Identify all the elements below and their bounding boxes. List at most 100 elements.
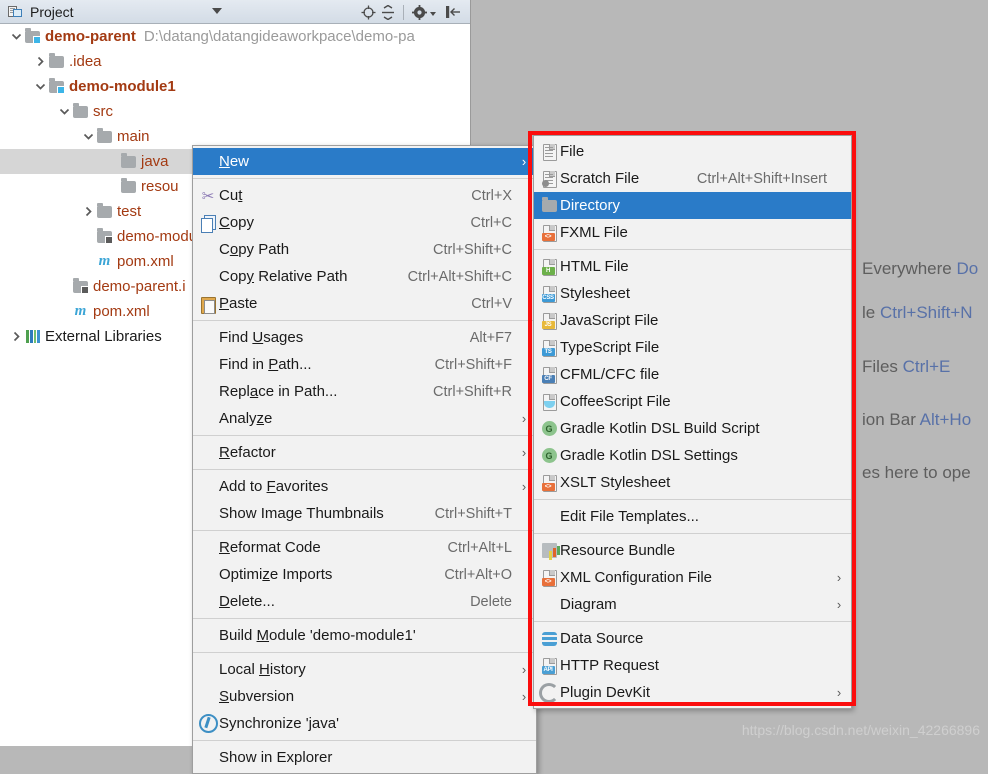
new-submenu[interactable]: File Scratch File Ctrl+Alt+Shift+Insert Dir…: [533, 135, 852, 709]
sync-icon: [197, 714, 219, 733]
tree-node-label: pom.xml: [93, 303, 150, 320]
new-item-xml-configuration-file[interactable]: <> XML Configuration File ›: [534, 564, 851, 591]
new-item-xslt-stylesheet[interactable]: <> XSLT Stylesheet: [534, 469, 851, 496]
new-item-directory[interactable]: Directory: [534, 192, 851, 219]
menu-item-shortcut: Ctrl+X: [471, 187, 512, 204]
cfml-file-icon: CF: [538, 366, 560, 384]
new-item-html-file[interactable]: H HTML File: [534, 253, 851, 280]
menu-item-copy-path[interactable]: Copy Path Ctrl+Shift+C: [193, 236, 536, 263]
maven-pom-icon: m: [74, 303, 87, 319]
new-item-javascript-file[interactable]: JS JavaScript File: [534, 307, 851, 334]
tree-expand-toggle-icon[interactable]: [56, 104, 72, 120]
new-item-typescript-file[interactable]: TS TypeScript File: [534, 334, 851, 361]
tree-node-label: pom.xml: [117, 253, 174, 270]
menu-item-label: FXML File: [560, 224, 628, 241]
menu-item-add-to-favorites[interactable]: Add to Favorites ›: [193, 473, 536, 500]
menu-item-label: Reformat Code: [219, 539, 321, 556]
tree-expand-toggle-icon[interactable]: [80, 129, 96, 145]
context-menu[interactable]: New › ✂ Cut Ctrl+X Copy Ctrl+C Copy Path Ctrl+Sh…: [192, 145, 537, 774]
menu-item-label: Paste: [219, 295, 258, 312]
module-folder-icon: [48, 77, 65, 95]
watermark-url: https://blog.csdn.net/weixin_42266896: [741, 722, 980, 738]
menu-item-paste[interactable]: Paste Ctrl+V: [193, 290, 536, 317]
new-item-gradle-kotlin-dsl-settings[interactable]: G Gradle Kotlin DSL Settings: [534, 442, 851, 469]
menu-item-replace-in-path[interactable]: Replace in Path... Ctrl+Shift+R: [193, 378, 536, 405]
menu-item-label: Replace in Path...: [219, 383, 338, 400]
menu-item-find-usages[interactable]: Find Usages Alt+F7: [193, 324, 536, 351]
menu-item-optimize-imports[interactable]: Optimize Imports Ctrl+Alt+O: [193, 561, 536, 588]
tree-node[interactable]: .idea: [0, 49, 470, 74]
menu-item-show-in-explorer[interactable]: Show in Explorer: [193, 744, 536, 771]
submenu-arrow-icon: ›: [521, 689, 527, 704]
new-item-scratch-file[interactable]: Scratch File Ctrl+Alt+Shift+Insert: [534, 165, 851, 192]
menu-item-shortcut: Ctrl+Alt+O: [444, 566, 512, 583]
tree-node[interactable]: src: [0, 99, 470, 124]
maven-pom-icon: m: [98, 253, 111, 269]
new-item-data-source[interactable]: Data Source: [534, 625, 851, 652]
scratch-file-icon: [538, 170, 560, 188]
editor-hint-shortcut: Alt+Ho: [919, 410, 972, 429]
menu-item-show-image-thumbnails[interactable]: Show Image Thumbnails Ctrl+Shift+T: [193, 500, 536, 527]
menu-item-subversion[interactable]: Subversion ›: [193, 683, 536, 710]
menu-item-copy[interactable]: Copy Ctrl+C: [193, 209, 536, 236]
menu-item-label: Resource Bundle: [560, 542, 676, 559]
new-item-diagram[interactable]: Diagram ›: [534, 591, 851, 618]
new-item-file[interactable]: File: [534, 138, 851, 165]
editor-hint-line: le Ctrl+Shift+N: [862, 303, 973, 323]
new-item-gradle-kotlin-dsl-build-script[interactable]: G Gradle Kotlin DSL Build Script: [534, 415, 851, 442]
tree-node-label: resou: [141, 178, 179, 195]
tree-expand-toggle-icon[interactable]: [56, 304, 72, 320]
tree-expand-toggle-icon[interactable]: [80, 254, 96, 270]
menu-separator: [534, 249, 851, 250]
settings-gear-icon[interactable]: [410, 3, 428, 21]
tree-expand-toggle-icon[interactable]: [32, 54, 48, 70]
tree-expand-toggle-icon[interactable]: [104, 154, 120, 170]
menu-item-refactor[interactable]: Refactor ›: [193, 439, 536, 466]
menu-item-label: Find Usages: [219, 329, 304, 346]
new-item-stylesheet[interactable]: CSS Stylesheet: [534, 280, 851, 307]
tree-node-label: demo-parent: [45, 28, 136, 45]
menu-item-label: Refactor: [219, 444, 276, 461]
new-item-coffeescript-file[interactable]: CoffeeScript File: [534, 388, 851, 415]
chevron-down-icon[interactable]: [212, 8, 222, 14]
menu-item-cut[interactable]: ✂ Cut Ctrl+X: [193, 182, 536, 209]
menu-item-analyze[interactable]: Analyze ›: [193, 405, 536, 432]
submenu-arrow-icon: ›: [521, 154, 527, 169]
new-item-fxml-file[interactable]: <> FXML File: [534, 219, 851, 246]
menu-item-find-in-path[interactable]: Find in Path... Ctrl+Shift+F: [193, 351, 536, 378]
new-item-cfml-cfc-file[interactable]: CF CFML/CFC file: [534, 361, 851, 388]
toolbar-divider: [403, 4, 404, 20]
tree-expand-toggle-icon[interactable]: [80, 204, 96, 220]
scroll-from-source-icon[interactable]: [359, 3, 377, 21]
gradle-icon: G: [538, 448, 560, 463]
hide-panel-icon[interactable]: [444, 3, 462, 21]
menu-item-label: Plugin DevKit: [560, 684, 651, 701]
tree-node[interactable]: demo-module1: [0, 74, 470, 99]
menu-item-delete[interactable]: Delete... Delete: [193, 588, 536, 615]
iml-file-icon: [96, 227, 113, 245]
collapse-all-icon[interactable]: [379, 3, 397, 21]
menu-item-new[interactable]: New ›: [193, 148, 536, 175]
menu-item-label: CoffeeScript File: [560, 393, 671, 410]
new-item-plugin-devkit[interactable]: Plugin DevKit ›: [534, 679, 851, 706]
new-item-http-request[interactable]: API HTTP Request: [534, 652, 851, 679]
tree-expand-toggle-icon[interactable]: [8, 329, 24, 345]
menu-item-shortcut: Ctrl+Shift+R: [433, 383, 512, 400]
menu-item-reformat-code[interactable]: Reformat Code Ctrl+Alt+L: [193, 534, 536, 561]
gear-dropdown-arrow-icon[interactable]: [430, 12, 436, 16]
tree-expand-toggle-icon[interactable]: [32, 79, 48, 95]
new-item-resource-bundle[interactable]: Resource Bundle: [534, 537, 851, 564]
folder-icon: [72, 102, 89, 120]
tree-expand-toggle-icon[interactable]: [80, 229, 96, 245]
tree-node[interactable]: demo-parent D:\datang\datangideaworkpace\…: [0, 24, 470, 49]
menu-separator: [534, 621, 851, 622]
menu-item-synchronize-java[interactable]: Synchronize 'java': [193, 710, 536, 737]
tree-expand-toggle-icon[interactable]: [104, 179, 120, 195]
submenu-arrow-icon: ›: [521, 445, 527, 460]
new-item-edit-file-templates[interactable]: Edit File Templates...: [534, 503, 851, 530]
menu-item-build-module-demo-module1[interactable]: Build Module 'demo-module1': [193, 622, 536, 649]
menu-item-copy-relative-path[interactable]: Copy Relative Path Ctrl+Alt+Shift+C: [193, 263, 536, 290]
tree-expand-toggle-icon[interactable]: [8, 29, 24, 45]
tree-expand-toggle-icon[interactable]: [56, 279, 72, 295]
menu-item-local-history[interactable]: Local History ›: [193, 656, 536, 683]
